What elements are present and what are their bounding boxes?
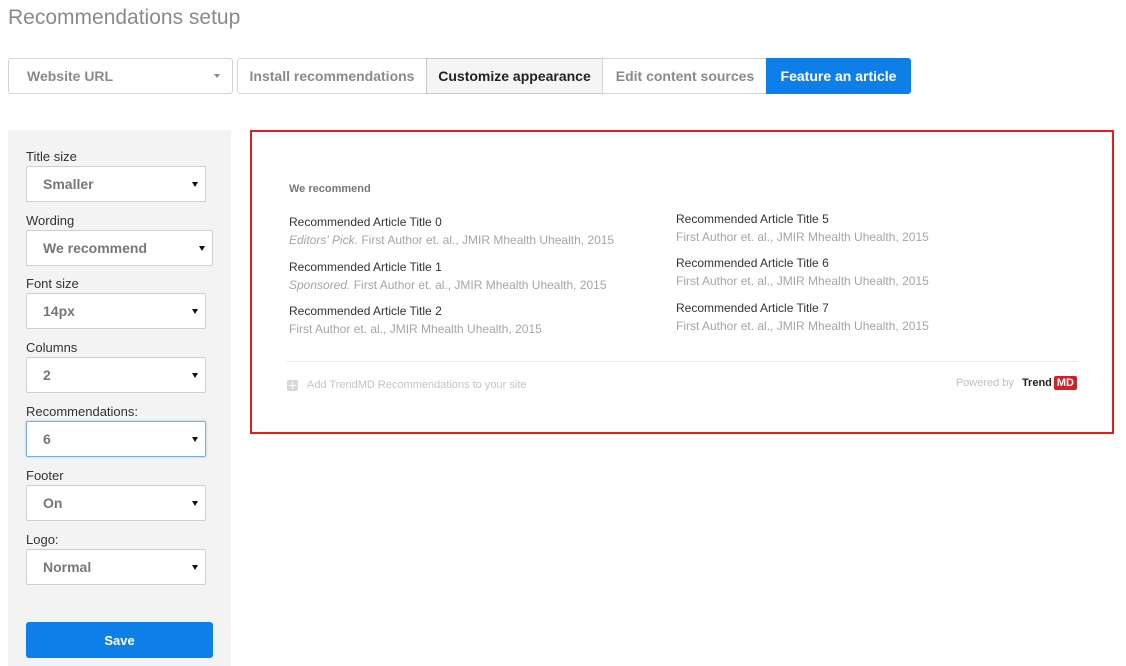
recommendations-label: Recommendations:	[26, 404, 138, 419]
preview-heading: We recommend	[289, 183, 371, 195]
article-meta: Sponsored. First Author et. al., JMIR Mh…	[289, 278, 659, 293]
footer-select[interactable]: On	[26, 485, 206, 521]
title-size-label: Title size	[26, 149, 77, 164]
dropdown-arrow-icon	[192, 182, 198, 187]
article-meta: First Author et. al., JMIR Mhealth Uheal…	[289, 322, 659, 337]
recommendations-preview: We recommend Recommended Article Title 0…	[250, 130, 1114, 434]
article-title[interactable]: Recommended Article Title 1	[289, 260, 659, 275]
logo-select[interactable]: Normal	[26, 549, 206, 585]
title-size-select[interactable]: Smaller	[26, 166, 206, 202]
dropdown-arrow-icon	[192, 309, 198, 314]
article-source: First Author et. al., JMIR Mhealth Uheal…	[357, 233, 615, 247]
dropdown-arrow-icon	[192, 501, 198, 506]
logo-value: Normal	[43, 559, 92, 575]
list-item: Recommended Article Title 1 Sponsored. F…	[289, 260, 659, 293]
recommendations-value: 6	[43, 431, 51, 447]
font-size-value: 14px	[43, 303, 75, 319]
tab-edit-content-sources[interactable]: Edit content sources	[602, 58, 767, 94]
footer-label: Footer	[26, 468, 64, 483]
columns-label: Columns	[26, 340, 78, 355]
article-source: First Author et. al., JMIR Mhealth Uheal…	[350, 278, 607, 292]
trendmd-logo-badge: MD	[1053, 376, 1077, 390]
footer-divider	[286, 361, 1078, 362]
article-meta: First Author et. al., JMIR Mhealth Uheal…	[676, 230, 1046, 245]
dropdown-arrow-icon	[192, 437, 198, 442]
tab-install-recommendations[interactable]: Install recommendations	[237, 58, 427, 94]
article-tag: Editors' Pick.	[289, 233, 358, 247]
list-item: Recommended Article Title 0 Editors' Pic…	[289, 215, 659, 248]
article-source: First Author et. al., JMIR Mhealth Uheal…	[289, 322, 542, 336]
dropdown-arrow-icon	[192, 565, 198, 570]
article-title[interactable]: Recommended Article Title 5	[676, 212, 1046, 227]
font-size-select[interactable]: 14px	[26, 293, 206, 329]
article-source: First Author et. al., JMIR Mhealth Uheal…	[676, 230, 929, 244]
article-meta: First Author et. al., JMIR Mhealth Uheal…	[676, 274, 1046, 289]
article-title[interactable]: Recommended Article Title 6	[676, 256, 1046, 271]
wording-value: We recommend	[43, 240, 147, 256]
article-title[interactable]: Recommended Article Title 2	[289, 304, 659, 319]
article-source: First Author et. al., JMIR Mhealth Uheal…	[676, 319, 929, 333]
list-item: Recommended Article Title 5 First Author…	[676, 212, 1046, 245]
logo-label: Logo:	[26, 532, 59, 547]
article-title[interactable]: Recommended Article Title 7	[676, 301, 1046, 316]
page-title: Recommendations setup	[8, 6, 241, 29]
list-item: Recommended Article Title 2 First Author…	[289, 304, 659, 337]
chevron-down-icon	[214, 74, 220, 78]
list-item: Recommended Article Title 7 First Author…	[676, 301, 1046, 334]
plus-icon	[287, 379, 298, 391]
columns-select[interactable]: 2	[26, 357, 206, 393]
powered-by-label: Powered by	[955, 377, 1014, 389]
dropdown-arrow-icon	[192, 373, 198, 378]
font-size-label: Font size	[26, 276, 79, 291]
trendmd-logo-text: Trend	[1021, 377, 1052, 389]
footer-value: On	[43, 495, 63, 511]
wording-select[interactable]: We recommend	[26, 230, 213, 266]
article-meta: Editors' Pick. First Author et. al., JMI…	[289, 233, 659, 248]
add-trendmd-link[interactable]: Add TrendMD Recommendations to your site	[287, 379, 527, 391]
dropdown-arrow-icon	[199, 246, 205, 251]
website-url-dropdown[interactable]: Website URL	[8, 58, 233, 94]
save-button[interactable]: Save	[26, 622, 213, 658]
article-tag: Sponsored.	[289, 278, 351, 292]
list-item: Recommended Article Title 6 First Author…	[676, 256, 1046, 289]
article-meta: First Author et. al., JMIR Mhealth Uheal…	[676, 319, 1046, 334]
add-trendmd-label: Add TrendMD Recommendations to your site	[307, 379, 527, 391]
settings-sidebar: Title size Smaller Wording We recommend …	[8, 130, 231, 666]
title-size-value: Smaller	[43, 176, 94, 192]
article-source: First Author et. al., JMIR Mhealth Uheal…	[676, 274, 929, 288]
wording-label: Wording	[26, 213, 75, 228]
feature-article-button[interactable]: Feature an article	[766, 58, 911, 94]
website-url-label: Website URL	[27, 68, 114, 84]
article-title[interactable]: Recommended Article Title 0	[289, 215, 659, 230]
columns-value: 2	[43, 367, 51, 383]
tab-customize-appearance[interactable]: Customize appearance	[426, 58, 603, 94]
powered-by[interactable]: Powered by Trend MD	[956, 376, 1077, 390]
recommendations-select[interactable]: 6	[26, 421, 206, 457]
